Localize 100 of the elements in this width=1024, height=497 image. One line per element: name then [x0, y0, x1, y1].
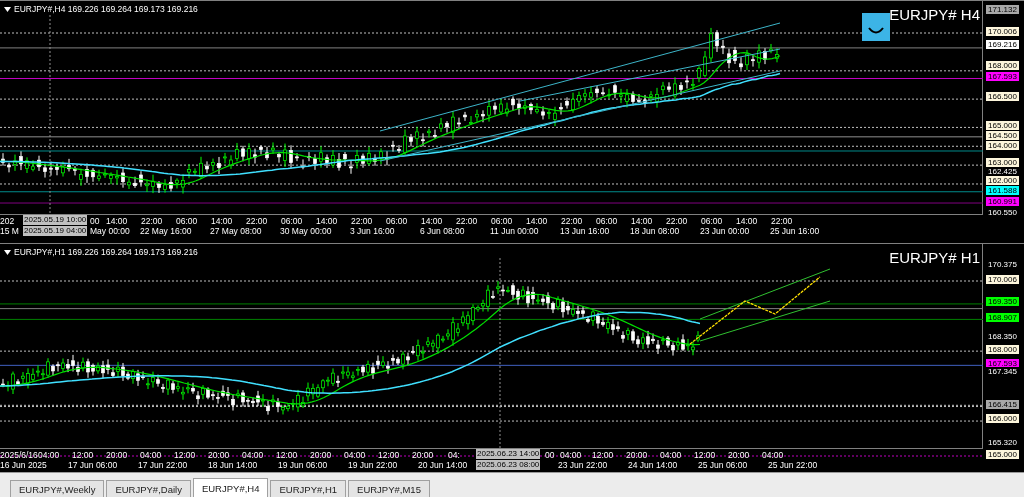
time-tick: 19 Jun 22:00 [348, 460, 398, 470]
time-tick: 16 Jun 2025 [0, 460, 47, 470]
price-label: 165.000 [986, 121, 1019, 130]
time-tick: 14:00 [316, 216, 338, 226]
price-label: 160.550 [986, 208, 1019, 217]
time-tick: 19 Jun 06:00 [278, 460, 328, 470]
time-tick: 06:00 [176, 216, 198, 226]
time-tick: 20 Jun 14:00 [418, 460, 468, 470]
time-tick: 25 Jun 16:00 [770, 226, 820, 236]
price-label: 168.000 [986, 61, 1019, 70]
price-label: 165.320 [986, 438, 1019, 447]
crosshair-time-label: 2025.06.23 14:00 [476, 449, 541, 459]
time-tick: 00 [90, 216, 100, 226]
price-label: 168.350 [986, 332, 1019, 341]
time-tick: 06:00 [491, 216, 513, 226]
time-tick: 12:00 [276, 450, 298, 460]
time-tick: 22:00 [456, 216, 478, 226]
time-tick: 22:00 [141, 216, 163, 226]
price-label: 166.500 [986, 92, 1019, 101]
time-tick: 17 Jun 06:00 [68, 460, 118, 470]
time-tick: 14:00 [211, 216, 233, 226]
time-tick: 00 [545, 450, 555, 460]
crosshair-time-label: 2025.05.19 04:00 [23, 226, 88, 236]
time-tick: 23 Jun 22:00 [558, 460, 608, 470]
time-tick: 14:00 [421, 216, 443, 226]
time-tick: May 00:00 [90, 226, 130, 236]
price-label: 163.000 [986, 158, 1019, 167]
time-tick: 27 May 08:00 [210, 226, 262, 236]
time-tick: 202 [0, 216, 15, 226]
time-tick: 04: [448, 450, 460, 460]
time-tick: 14:00 [631, 216, 653, 226]
time-tick: 04:00 [660, 450, 682, 460]
time-tick: 22:00 [771, 216, 793, 226]
time-tick: 04:00 [140, 450, 162, 460]
time-tick: 20:00 [310, 450, 332, 460]
price-label: 167.345 [986, 367, 1019, 376]
price-label: 169.216 [986, 40, 1019, 49]
chart-header: EURJPY#,H1 169.226 169.264 169.173 169.216 [14, 247, 198, 257]
time-tick: 17 Jun 22:00 [138, 460, 188, 470]
time-tick: 14:00 [526, 216, 548, 226]
chart-header: EURJPY#,H4 169.226 169.264 169.173 169.216 [14, 4, 198, 14]
time-tick: 11 Jun 00:00 [490, 226, 539, 236]
time-tick: 22:00 [666, 216, 688, 226]
price-label: 162.000 [986, 176, 1019, 185]
price-label: 168.000 [986, 345, 1019, 354]
time-tick: 13 Jun 16:00 [560, 226, 610, 236]
time-tick: 12:00 [694, 450, 716, 460]
price-label: 164.500 [986, 131, 1019, 140]
time-tick: 20:00 [106, 450, 128, 460]
price-label: 170.375 [986, 260, 1019, 269]
time-tick: 22 May 16:00 [140, 226, 192, 236]
chart-title: EURJPY# H1 [889, 249, 980, 266]
chart-tab[interactable]: EURJPY#,H1 [270, 480, 347, 497]
time-tick: 04:00 [38, 450, 60, 460]
price-label: 166.415 [986, 400, 1019, 409]
price-label: 160.991 [986, 197, 1019, 206]
time-tick: 12:00 [378, 450, 400, 460]
time-tick: 6 Jun 08:00 [420, 226, 465, 236]
chart-tab[interactable]: EURJPY#,Daily [106, 480, 191, 497]
time-tick: 18 Jun 14:00 [208, 460, 258, 470]
time-tick: 20:00 [412, 450, 434, 460]
time-tick: 14:00 [106, 216, 128, 226]
price-label: 169.350 [986, 297, 1019, 306]
time-tick: 04:00 [242, 450, 264, 460]
time-tick: 22:00 [246, 216, 268, 226]
time-tick: 12:00 [174, 450, 196, 460]
time-tick: 06:00 [281, 216, 303, 226]
chart-tab[interactable]: EURJPY#,Weekly [10, 480, 105, 497]
time-tick: 06:00 [386, 216, 408, 226]
price-label: 164.000 [986, 141, 1019, 150]
time-tick: 24 Jun 14:00 [628, 460, 678, 470]
price-label: 168.907 [986, 313, 1019, 322]
time-tick: 04:00 [560, 450, 582, 460]
time-tick: 04:00 [762, 450, 784, 460]
price-label: 170.006 [986, 27, 1019, 36]
time-tick: 15 M [0, 226, 19, 236]
chart-title: EURJPY# H4 [889, 6, 980, 23]
time-tick: 23 Jun 00:00 [700, 226, 750, 236]
time-tick: 18 Jun 08:00 [630, 226, 680, 236]
time-tick: 25 Jun 06:00 [698, 460, 748, 470]
time-tick: 20:00 [728, 450, 750, 460]
time-tick: 06:00 [701, 216, 723, 226]
time-tick: 2025/6/16 [0, 450, 38, 460]
crosshair-time-label: 2025.05.19 10:00 [23, 215, 88, 225]
time-tick: 12:00 [72, 450, 94, 460]
crosshair-time-label: 2025.06.23 08:00 [476, 460, 541, 470]
price-label: 165.000 [986, 450, 1019, 459]
price-label: 161.588 [986, 186, 1019, 195]
price-label: 162.425 [986, 167, 1019, 176]
time-tick: 30 May 00:00 [280, 226, 332, 236]
price-label: 171.132 [986, 5, 1019, 14]
time-tick: 14:00 [736, 216, 758, 226]
price-label: 170.006 [986, 275, 1019, 284]
time-tick: 20:00 [208, 450, 230, 460]
time-tick: 22:00 [351, 216, 373, 226]
chart-tab[interactable]: EURJPY#,H4 [192, 478, 269, 497]
time-tick: 3 Jun 16:00 [350, 226, 395, 236]
time-tick: 04:00 [344, 450, 366, 460]
price-label: 166.000 [986, 414, 1019, 423]
chart-tab[interactable]: EURJPY#,M15 [348, 480, 430, 497]
